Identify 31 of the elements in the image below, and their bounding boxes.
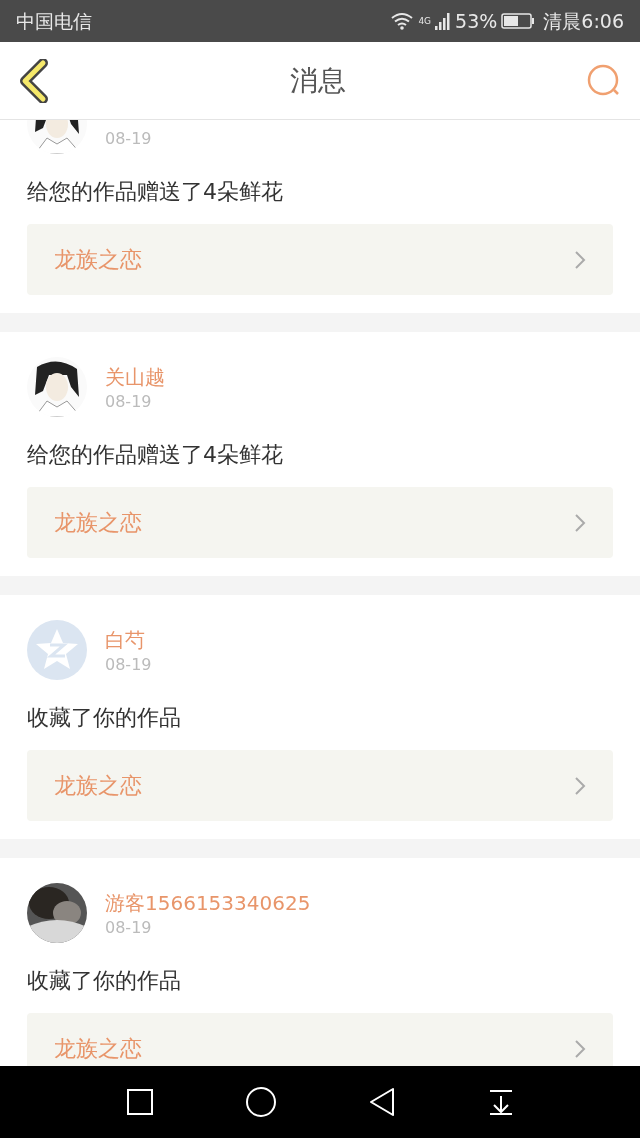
battery-icon bbox=[501, 13, 536, 29]
clock: 清晨6:06 bbox=[543, 8, 624, 34]
chevron-icon bbox=[574, 1038, 586, 1059]
chevron-icon bbox=[574, 512, 586, 533]
back-nav-button[interactable] bbox=[367, 1087, 396, 1117]
signal-icon bbox=[435, 12, 452, 30]
work-link[interactable]: 龙族之恋 bbox=[27, 487, 613, 558]
message-text: 给您的作品赠送了4朵鲜花 bbox=[27, 178, 284, 206]
battery-percent: 53% bbox=[455, 8, 498, 34]
page-title: 消息 bbox=[289, 62, 347, 99]
work-link[interactable]: 龙族之恋 bbox=[27, 1013, 613, 1066]
recent-apps-button[interactable] bbox=[125, 1088, 154, 1116]
message-date: 08-19 bbox=[105, 918, 153, 938]
home-button[interactable] bbox=[244, 1086, 277, 1118]
message-text: 给您的作品赠送了4朵鲜花 bbox=[27, 441, 284, 469]
message-date: 08-19 bbox=[105, 392, 153, 412]
message-date: 08-19 bbox=[105, 129, 152, 149]
network-type: 4G bbox=[418, 14, 432, 28]
default-avatar-icon bbox=[27, 620, 87, 680]
user-name[interactable]: 关山越 bbox=[105, 364, 165, 390]
work-link[interactable]: 龙族之恋 bbox=[27, 750, 613, 821]
wifi-icon bbox=[390, 12, 415, 30]
carrier-name: 中国电信 bbox=[16, 8, 92, 34]
chevron-icon bbox=[574, 775, 586, 796]
message-date: 08-19 bbox=[105, 655, 152, 675]
user-name[interactable]: 游客1566153340625 bbox=[105, 890, 311, 916]
message-text: 收藏了你的作品 bbox=[27, 967, 182, 995]
user-name[interactable]: 白芍 bbox=[105, 627, 152, 653]
chevron-icon bbox=[574, 249, 586, 270]
work-link[interactable]: 龙族之恋 bbox=[27, 224, 613, 295]
message-text: 收藏了你的作品 bbox=[27, 704, 182, 732]
